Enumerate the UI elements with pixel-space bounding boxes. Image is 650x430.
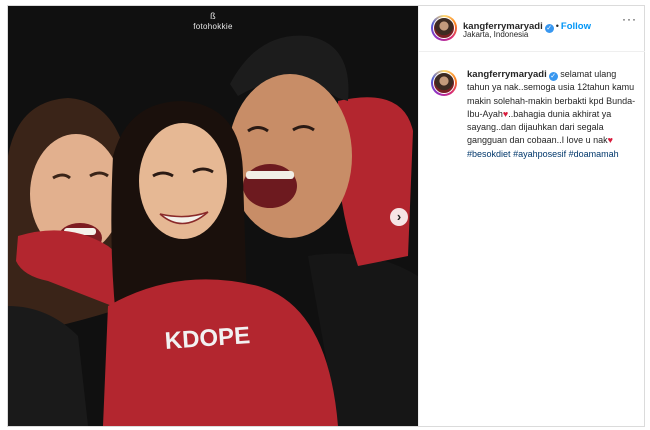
family-photo-illustration: KDOPE — [8, 6, 418, 426]
instagram-post: KDOPE ß fotohokkie › kangferrymaryadi ✓ • F… — [7, 5, 645, 427]
post-caption: kangferrymaryadi ✓ selamat ulang tahun ya… — [467, 68, 639, 161]
heart-icon: ♥ — [607, 135, 613, 146]
hashtag-link[interactable]: #besokdiet — [467, 149, 511, 159]
caption-username[interactable]: kangferrymaryadi — [467, 69, 547, 80]
watermark: ß fotohokkie — [8, 11, 418, 32]
next-photo-button[interactable]: › — [390, 208, 408, 226]
verified-badge-icon: ✓ — [544, 24, 554, 33]
follow-button[interactable]: Follow — [561, 21, 591, 32]
watermark-text: fotohokkie — [193, 22, 233, 31]
post-photo[interactable]: KDOPE ß fotohokkie › — [8, 6, 418, 426]
chevron-right-icon: › — [396, 209, 402, 224]
post-header: kangferrymaryadi ✓ • Follow Jakarta, Indone… — [419, 6, 645, 52]
dad-teeth — [246, 171, 294, 179]
more-options-icon[interactable]: ··· — [622, 12, 637, 26]
caption-avatar[interactable] — [431, 70, 457, 96]
hashtag-link[interactable]: #doamamah — [569, 149, 619, 159]
separator-dot: • — [555, 21, 559, 31]
location-link[interactable]: Jakarta, Indonesia — [463, 30, 528, 39]
dad-face — [228, 74, 352, 238]
dad-mouth — [243, 164, 297, 208]
post-side-panel: kangferrymaryadi ✓ • Follow Jakarta, Indone… — [418, 6, 645, 426]
avatar[interactable] — [431, 15, 457, 41]
hashtag-link[interactable]: #ayahposesif — [513, 149, 566, 159]
watermark-logo-icon: ß — [210, 11, 216, 21]
verified-badge-icon: ✓ — [548, 72, 558, 81]
